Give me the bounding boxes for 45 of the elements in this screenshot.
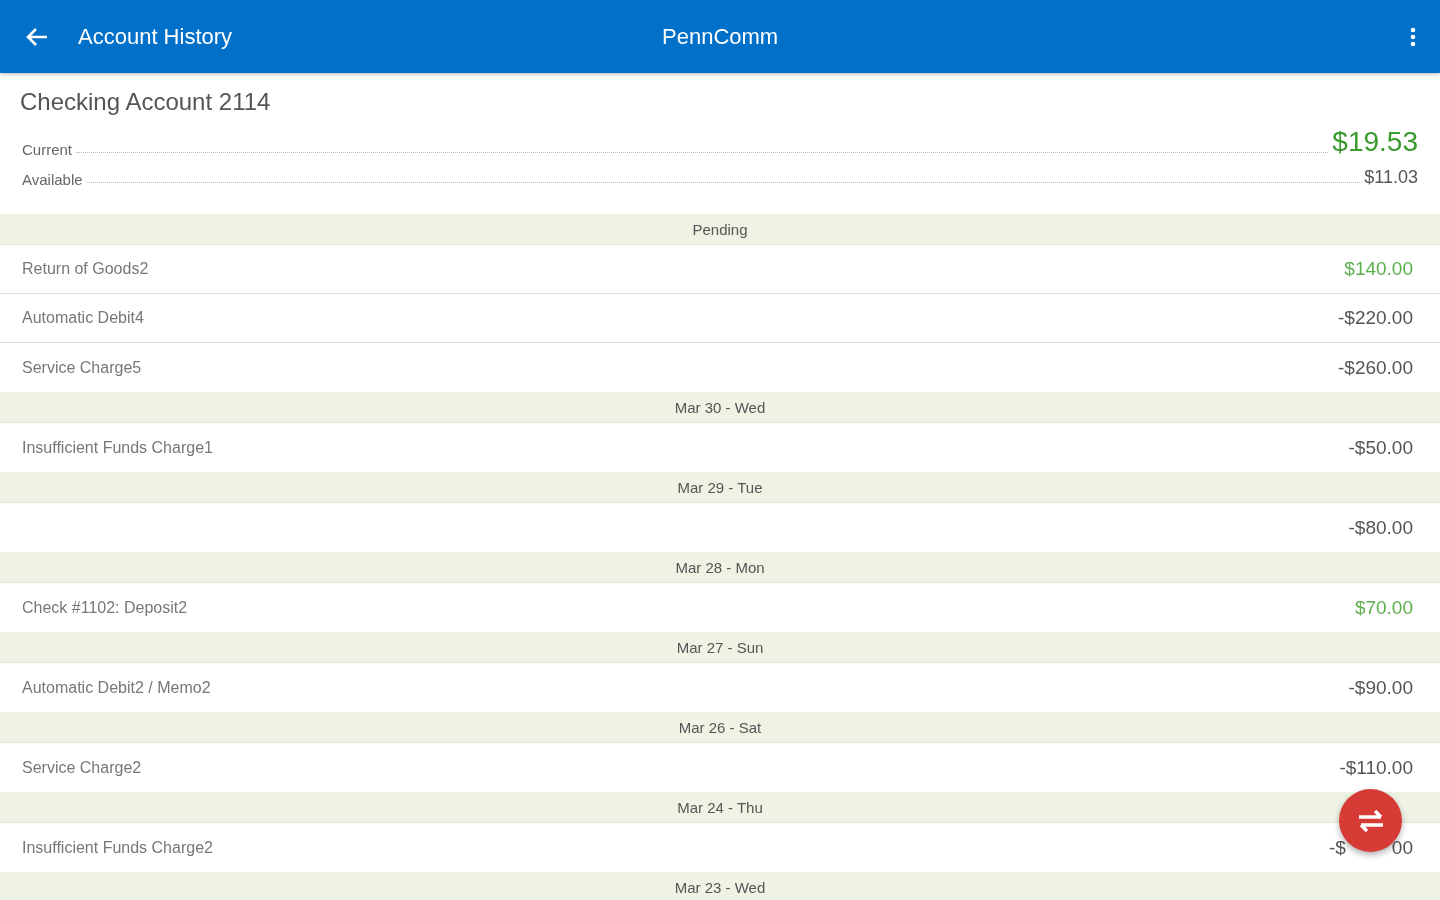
transaction-row[interactable]: Service Charge5 -$260.00 xyxy=(0,343,1440,392)
date-header: Mar 26 - Sat xyxy=(0,712,1440,743)
transaction-row[interactable]: Check #1102: Deposit2 $70.00 xyxy=(0,583,1440,632)
transaction-amount: -$110.00 xyxy=(1339,756,1413,779)
balance-amount: $19.53 xyxy=(1332,126,1418,158)
date-header: Mar 29 - Tue xyxy=(0,472,1440,503)
back-arrow-icon xyxy=(26,26,48,47)
date-header: Mar 28 - Mon xyxy=(0,552,1440,583)
date-header: Mar 30 - Wed xyxy=(0,392,1440,423)
transaction-amount: $70.00 xyxy=(1354,596,1413,619)
transaction-description: Insufficient Funds Charge1 xyxy=(22,438,213,457)
app-name: PennComm xyxy=(662,23,780,50)
transaction-amount: $140.00 xyxy=(1344,258,1413,280)
balance-label: Available xyxy=(21,171,83,188)
date-header: Mar 24 - Thu xyxy=(0,792,1440,823)
date-header: Mar 27 - Sun xyxy=(0,632,1440,663)
transaction-row[interactable]: Service Charge2 -$110.00 xyxy=(0,743,1440,792)
transaction-amount: -$ xyxy=(1328,836,1346,859)
transfer-arrows-icon xyxy=(1356,808,1385,833)
transaction-description: Check #1102: Deposit2 xyxy=(22,598,188,617)
transaction-amount: -$80.00 xyxy=(1348,516,1413,539)
transaction-row[interactable]: Insufficient Funds Charge1 -$50.00 xyxy=(0,423,1440,472)
screen-title: Account History xyxy=(78,23,234,50)
transaction-amount: 00 xyxy=(1391,836,1413,859)
transaction-row[interactable]: Automatic Debit2 / Memo2 -$90.00 xyxy=(0,663,1440,712)
transaction-amount: -$220.00 xyxy=(1338,307,1413,329)
account-name: Checking Account 2114 xyxy=(20,88,272,116)
transaction-row[interactable]: Return of Goods2 $140.00 xyxy=(0,245,1440,294)
balance-amount: $11.03 xyxy=(1364,167,1418,188)
transaction-amount: -$260.00 xyxy=(1338,356,1413,379)
transaction-row[interactable]: Insufficient Funds Charge2 -$ 00 xyxy=(0,823,1440,872)
transaction-description: Insufficient Funds Charge2 xyxy=(22,838,213,857)
date-header: Pending xyxy=(0,214,1440,245)
more-icon xyxy=(1410,26,1416,47)
transaction-amount: -$50.00 xyxy=(1348,436,1413,459)
transaction-description: Return of Goods2 xyxy=(22,260,149,278)
balance-label: Current xyxy=(21,141,73,158)
transaction-description: Service Charge2 xyxy=(22,758,142,777)
transaction-description: Service Charge5 xyxy=(22,358,142,377)
date-header: Mar 23 - Wed xyxy=(0,872,1440,900)
transaction-row[interactable]: Automatic Debit4 -$220.00 xyxy=(0,294,1440,343)
transaction-description: Automatic Debit4 xyxy=(22,309,144,327)
transaction-amount: -$90.00 xyxy=(1348,676,1413,699)
transaction-description: Automatic Debit2 / Memo2 xyxy=(22,678,211,697)
transaction-row[interactable]: -$80.00 xyxy=(0,503,1440,552)
